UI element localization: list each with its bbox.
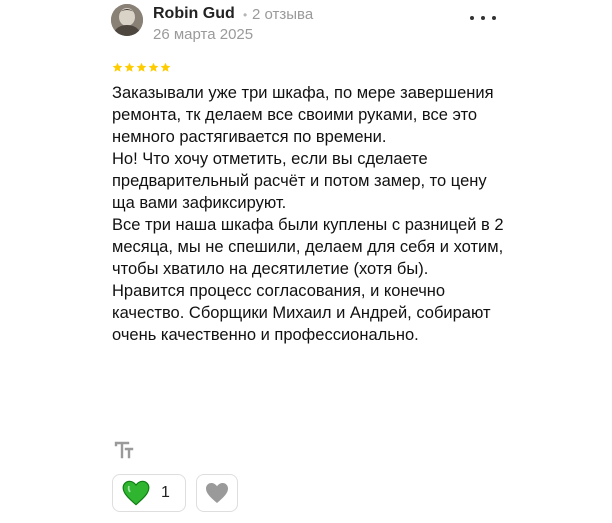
star-rating bbox=[112, 62, 171, 73]
review-paragraph: Нравится процесс согласования, и конечно… bbox=[112, 282, 491, 344]
review-paragraph: Все три наша шкафа были куплены с разниц… bbox=[112, 216, 504, 278]
meta-separator: • bbox=[243, 8, 248, 22]
star-icon bbox=[124, 62, 135, 72]
gray-heart-icon bbox=[206, 483, 228, 503]
star-icon bbox=[112, 62, 123, 72]
star-icon bbox=[136, 62, 147, 72]
review-date: 26 марта 2025 bbox=[153, 26, 254, 43]
more-dot bbox=[492, 16, 496, 20]
review-text: Заказывали уже три шкафа, по мере заверш… bbox=[112, 82, 512, 346]
star-icon bbox=[148, 62, 159, 72]
green-heart-icon bbox=[122, 480, 150, 506]
review-card: Robin Gud • 2 отзыва 26 марта 2025 Заказ… bbox=[0, 0, 612, 523]
like-count: 1 bbox=[161, 484, 170, 501]
more-dots-icon bbox=[470, 16, 474, 20]
translate-icon[interactable] bbox=[114, 441, 134, 459]
review-paragraph: Заказывали уже три шкафа, по мере заверш… bbox=[112, 84, 494, 146]
avatar[interactable] bbox=[111, 4, 143, 36]
more-options-button[interactable] bbox=[470, 8, 496, 28]
star-icon bbox=[160, 62, 171, 72]
avatar-image bbox=[111, 4, 143, 36]
dislike-button[interactable] bbox=[196, 474, 238, 512]
like-button[interactable]: 1 bbox=[112, 474, 186, 512]
author-name[interactable]: Robin Gud bbox=[153, 5, 235, 23]
author-review-count[interactable]: 2 отзыва bbox=[252, 6, 313, 23]
review-paragraph: Но! Что хочу отметить, если вы сделаете … bbox=[112, 150, 487, 212]
more-dot bbox=[481, 16, 485, 20]
